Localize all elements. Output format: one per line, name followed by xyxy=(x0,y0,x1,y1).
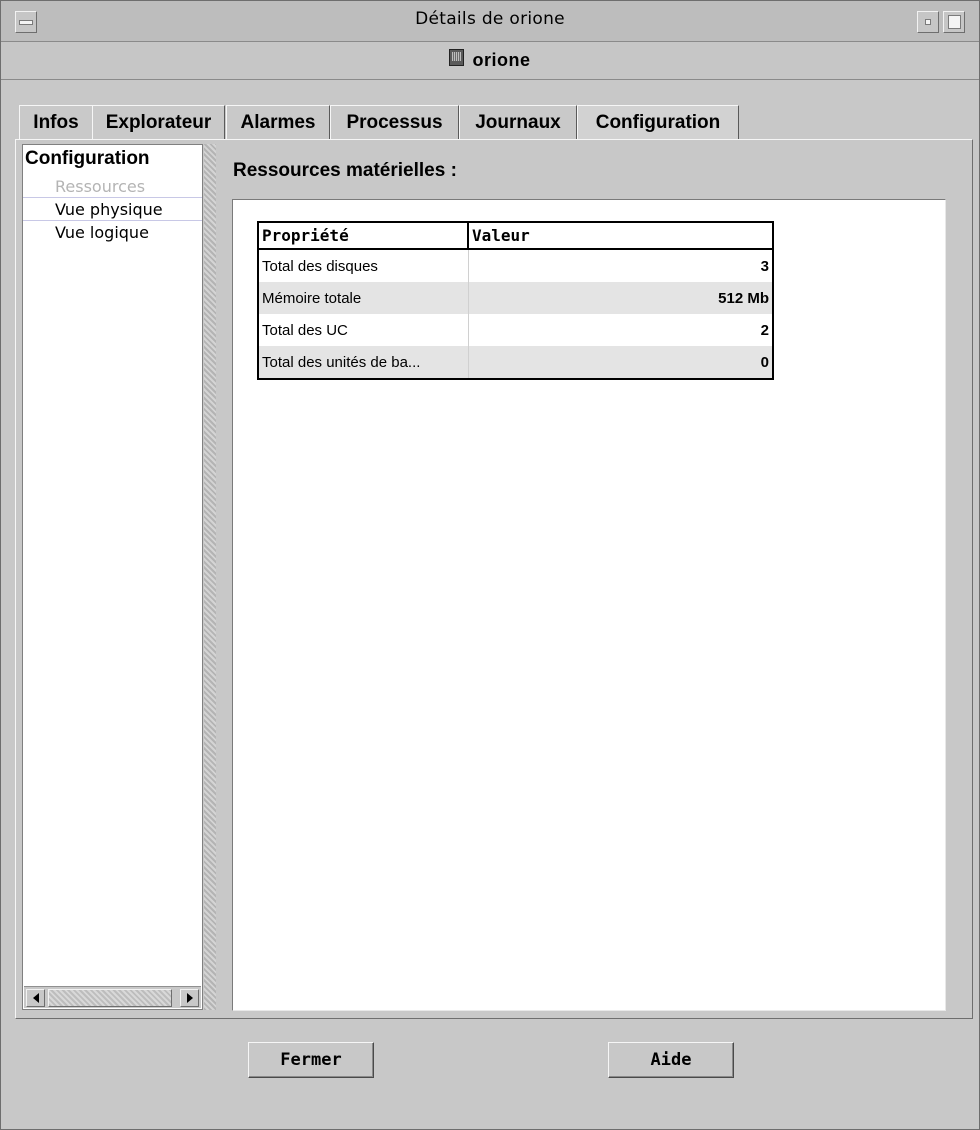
minimize-button[interactable] xyxy=(917,11,939,33)
tree-item-vue-physique[interactable]: Vue physique xyxy=(23,199,202,221)
window-title: Détails de orione xyxy=(415,9,565,29)
title-bar[interactable]: Détails de orione xyxy=(1,1,979,42)
table-row[interactable]: Mémoire totale 512 Mb xyxy=(258,282,773,314)
help-button[interactable]: Aide xyxy=(608,1042,734,1078)
table-row[interactable]: Total des unités de ba... 0 xyxy=(258,346,773,379)
host-header: orione xyxy=(1,42,979,80)
row-property: Total des UC xyxy=(258,314,469,346)
arrow-right-icon xyxy=(186,993,193,1003)
row-property: Total des unités de ba... xyxy=(258,346,469,379)
scroll-left-button[interactable] xyxy=(26,989,45,1007)
maximize-icon xyxy=(947,15,961,29)
tab-alarmes[interactable]: Alarmes xyxy=(226,105,330,140)
row-value: 512 Mb xyxy=(468,282,773,314)
details-window: Détails de orione orione Infos Explorate… xyxy=(0,0,980,1130)
row-property: Total des disques xyxy=(258,249,469,282)
config-tree: Configuration Ressources Vue physique Vu… xyxy=(22,144,203,1010)
tab-journaux[interactable]: Journaux xyxy=(459,105,577,140)
configuration-panel: Configuration Ressources Vue physique Vu… xyxy=(15,139,973,1019)
column-header-value[interactable]: Valeur xyxy=(468,222,773,250)
table-row[interactable]: Total des disques 3 xyxy=(258,249,773,282)
table-row[interactable]: Total des UC 2 xyxy=(258,314,773,346)
host-name: orione xyxy=(472,50,531,70)
scroll-thumb[interactable] xyxy=(48,989,172,1007)
row-value: 3 xyxy=(760,257,769,275)
tab-explorateur[interactable]: Explorateur xyxy=(92,105,225,140)
content-area: Propriété Valeur Total des disques 3 Mém… xyxy=(232,199,946,1011)
table-header-row: Propriété Valeur xyxy=(258,222,773,250)
tree-horizontal-scrollbar[interactable] xyxy=(24,986,201,1008)
tab-infos[interactable]: Infos xyxy=(19,105,93,140)
tab-processus[interactable]: Processus xyxy=(330,105,459,140)
arrow-left-icon xyxy=(32,993,39,1003)
close-button[interactable]: Fermer xyxy=(248,1042,374,1078)
column-header-property[interactable]: Propriété xyxy=(258,222,469,250)
row-property: Mémoire totale xyxy=(258,282,469,314)
row-value: 0 xyxy=(468,346,773,379)
minimize-icon xyxy=(925,19,931,25)
properties-table: Propriété Valeur Total des disques 3 Mém… xyxy=(257,221,774,380)
host-icon xyxy=(449,49,465,66)
tree-root-configuration[interactable]: Configuration xyxy=(25,148,150,170)
tree-item-vue-logique[interactable]: Vue logique xyxy=(23,222,202,244)
tree-item-ressources[interactable]: Ressources xyxy=(23,176,202,198)
row-value: 2 xyxy=(760,321,769,339)
pane-splitter[interactable] xyxy=(204,144,216,1010)
tab-configuration[interactable]: Configuration xyxy=(577,105,739,142)
content-title: Ressources matérielles : xyxy=(233,160,457,181)
scroll-right-button[interactable] xyxy=(180,989,199,1007)
maximize-button[interactable] xyxy=(943,11,965,33)
